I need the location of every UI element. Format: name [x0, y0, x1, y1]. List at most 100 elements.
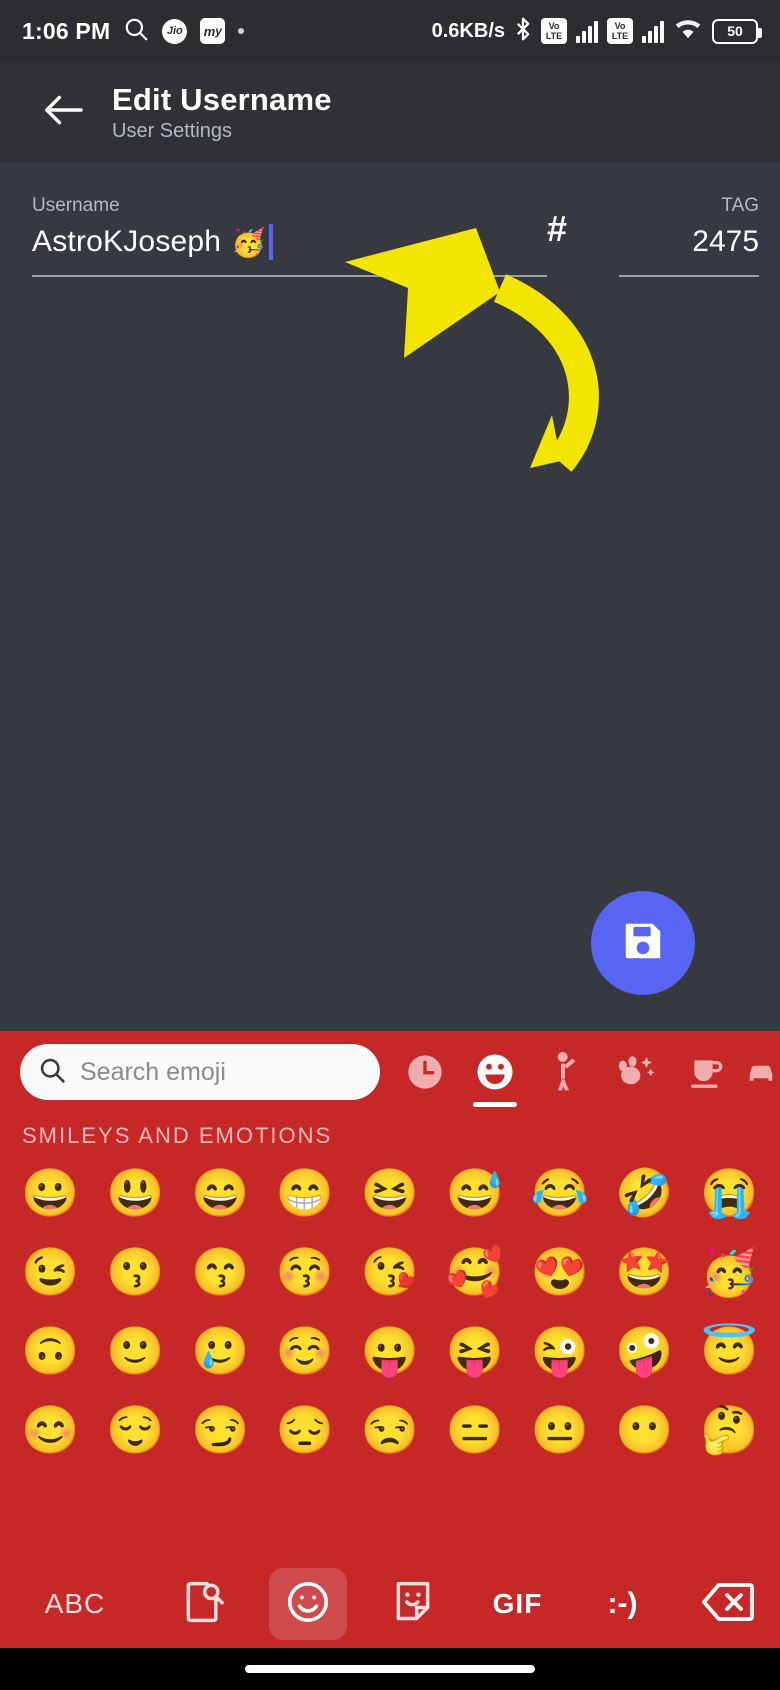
status-clock: 1:06 PM: [22, 17, 111, 44]
emoji-search-box[interactable]: Search emoji: [20, 1044, 380, 1100]
gif-text: GIF: [492, 1588, 543, 1619]
network-speed-label: 0.6KB/s: [431, 19, 505, 42]
emoji-cell[interactable]: 😁: [263, 1169, 348, 1216]
emoji-cell[interactable]: 🙃: [8, 1327, 93, 1374]
status-bar: 1:06 PM Jio my 0.6KB/s Vo LTE Vo LTE 50: [0, 0, 780, 62]
emoji-cell[interactable]: ☺️: [263, 1327, 348, 1374]
tab-people[interactable]: [535, 1041, 597, 1103]
smiley-face-icon: [477, 1054, 513, 1090]
emoji-cell[interactable]: 😗: [93, 1248, 178, 1295]
status-bar-right: 0.6KB/s Vo LTE Vo LTE 50: [431, 16, 762, 47]
settings-content: Username AstroKJoseph 🥳 # TAG 2475: [0, 163, 780, 1031]
emoji-row: 😊 😌 😏 😔 😒 😑 😐 😶 🤔: [8, 1390, 772, 1469]
tag-value-line: 2475: [619, 217, 759, 267]
back-arrow-icon: [41, 92, 85, 133]
emoji-search-input[interactable]: Search emoji: [80, 1058, 226, 1087]
emoji-cell[interactable]: 😍: [517, 1248, 602, 1295]
person-waving-icon: [557, 1052, 576, 1091]
emoji-cell[interactable]: 😊: [8, 1406, 93, 1453]
active-tab-underline: [473, 1102, 518, 1107]
emoji-cell[interactable]: 🤩: [602, 1248, 687, 1295]
emoji-grid: 😀 😃 😄 😁 😆 😅 😂 🤣 😭 😉 😗 😙 😚 😘 🥰 😍 🤩 🥳 🙃 🙂 …: [0, 1153, 780, 1469]
sticker-icon: [391, 1578, 435, 1631]
sticker-key[interactable]: [360, 1560, 465, 1648]
animals-nature-icon: [618, 1056, 655, 1085]
emoji-cell[interactable]: 😏: [178, 1406, 263, 1453]
emoji-cell[interactable]: 😄: [178, 1169, 263, 1216]
emoji-cell[interactable]: 😃: [93, 1169, 178, 1216]
backspace-key[interactable]: [675, 1560, 780, 1648]
emoji-cell[interactable]: 🙂: [93, 1327, 178, 1374]
volte-icon-sim2: Vo LTE: [607, 18, 633, 44]
username-input[interactable]: AstroKJoseph: [32, 225, 221, 259]
emoji-cell[interactable]: 🤣: [602, 1169, 687, 1216]
tab-recent[interactable]: [394, 1041, 456, 1103]
emoji-cell[interactable]: 🥳: [687, 1248, 772, 1295]
myjio-app-icon: my: [200, 18, 226, 44]
emoji-cell[interactable]: 😅: [432, 1169, 517, 1216]
tag-field[interactable]: TAG 2475: [619, 195, 760, 277]
clock-icon: [408, 1055, 442, 1089]
page-subtitle: User Settings: [112, 120, 233, 142]
emoji-cell[interactable]: 😒: [348, 1406, 433, 1453]
emoji-cell[interactable]: 😆: [348, 1169, 433, 1216]
tab-food[interactable]: [675, 1041, 737, 1103]
back-button[interactable]: [28, 92, 98, 133]
tab-travel[interactable]: [746, 1041, 776, 1103]
signal-bars-sim1-icon: [576, 19, 598, 43]
volte-icon-sim1: Vo LTE: [541, 18, 567, 44]
emoji-cell[interactable]: 😂: [517, 1169, 602, 1216]
tag-underline: [619, 275, 760, 277]
system-nav-bar: [0, 1648, 780, 1690]
emoji-cell[interactable]: 🤪: [602, 1327, 687, 1374]
emoji-cell[interactable]: 😜: [517, 1327, 602, 1374]
gif-key[interactable]: GIF: [465, 1560, 570, 1648]
jio-carrier-icon: Jio: [162, 18, 188, 44]
emoji-cell[interactable]: 😭: [687, 1169, 772, 1216]
emoji-cell[interactable]: 😶: [602, 1406, 687, 1453]
emoji-row: 🙃 🙂 🥲 ☺️ 😛 😝 😜 🤪 😇: [8, 1311, 772, 1390]
username-underline: [32, 275, 547, 277]
emoji-cell[interactable]: 🥰: [432, 1248, 517, 1295]
search-icon: [38, 1056, 66, 1089]
emoji-cell[interactable]: 😀: [8, 1169, 93, 1216]
signal-bars-sim2-icon: [642, 19, 664, 43]
emoji-category-tabs: [380, 1041, 780, 1107]
emoji-section-title: SMILEYS AND EMOTIONS: [22, 1123, 333, 1148]
tab-nature[interactable]: [605, 1041, 667, 1103]
emoji-cell[interactable]: 😌: [93, 1406, 178, 1453]
save-fab-button[interactable]: [591, 891, 695, 995]
sticker-search-key[interactable]: [150, 1560, 255, 1648]
username-field[interactable]: Username AstroKJoseph 🥳: [32, 195, 547, 277]
emoji-cell[interactable]: 😔: [263, 1406, 348, 1453]
emoticon-key[interactable]: :-): [570, 1560, 675, 1648]
emoji-cell[interactable]: 😐: [517, 1406, 602, 1453]
tag-label: TAG: [721, 195, 760, 216]
emoji-row: 😉 😗 😙 😚 😘 🥰 😍 🤩 🥳: [8, 1232, 772, 1311]
emoji-cell[interactable]: 😙: [178, 1248, 263, 1295]
notification-dot-icon: [238, 28, 245, 34]
emoji-key[interactable]: [255, 1560, 360, 1648]
emoji-keyboard: Search emoji SMILEYS AND EMOTIONS 😀 😃 😄 …: [0, 1031, 780, 1648]
emoji-cell[interactable]: 🤔: [687, 1406, 772, 1453]
emoji-cell[interactable]: 🥲: [178, 1327, 263, 1374]
emoji-row: 😀 😃 😄 😁 😆 😅 😂 🤣 😭: [8, 1153, 772, 1232]
bluetooth-icon: [514, 16, 532, 47]
emoji-cell[interactable]: 😑: [432, 1406, 517, 1453]
floppy-disk-save-icon: [620, 918, 666, 969]
emoji-cell[interactable]: 😘: [348, 1248, 433, 1295]
home-gesture-pill[interactable]: [245, 1665, 535, 1673]
emoji-cell[interactable]: 😛: [348, 1327, 433, 1374]
emoji-cell[interactable]: 😚: [263, 1248, 348, 1295]
smiley-outline-icon: [285, 1579, 331, 1630]
travel-places-icon: [749, 1065, 773, 1081]
sticker-search-icon: [181, 1578, 225, 1631]
emoji-cell[interactable]: 😇: [687, 1327, 772, 1374]
backspace-icon: [701, 1581, 754, 1628]
tab-smileys[interactable]: [464, 1041, 526, 1107]
emoji-keyboard-top-bar: Search emoji: [0, 1031, 780, 1113]
search-icon: [123, 16, 149, 47]
emoji-cell[interactable]: 😉: [8, 1248, 93, 1295]
abc-key[interactable]: ABC: [0, 1588, 150, 1620]
emoji-cell[interactable]: 😝: [432, 1327, 517, 1374]
